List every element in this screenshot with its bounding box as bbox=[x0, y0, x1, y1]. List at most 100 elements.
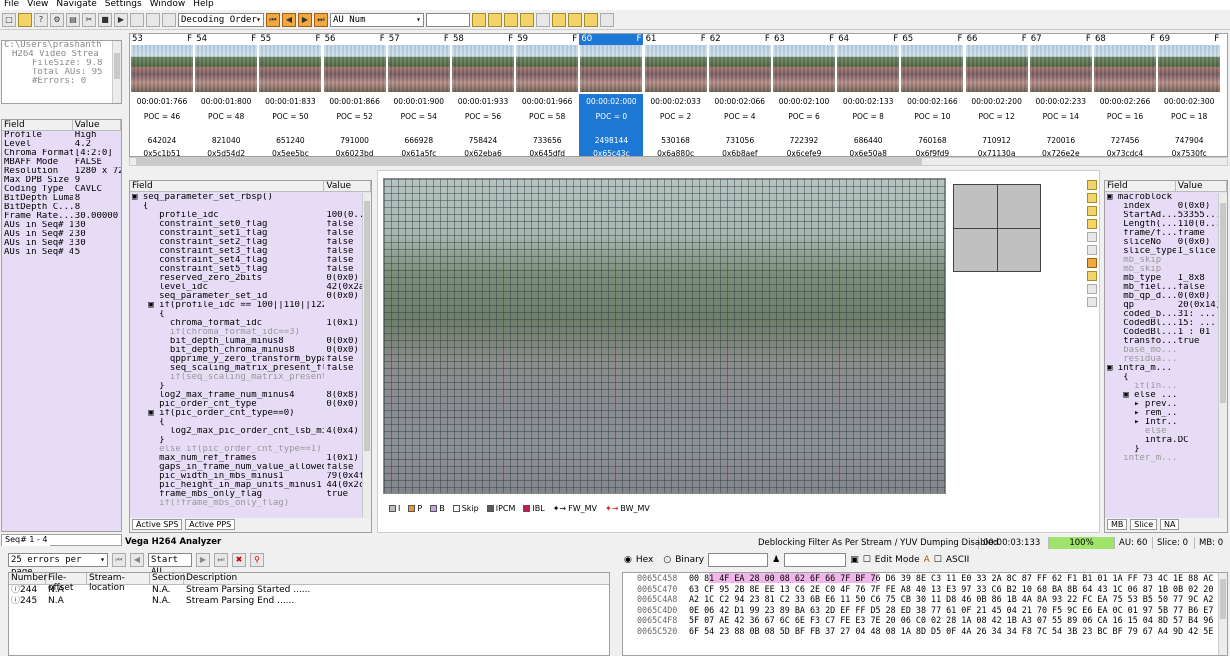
hex-search-input[interactable] bbox=[784, 553, 847, 567]
mv-icon[interactable] bbox=[504, 12, 518, 27]
frame-thumbnail[interactable]: 69 F 00:00:02:300 POC = 18 747904 0x7530fc bbox=[1157, 34, 1221, 156]
open-folder-icon[interactable] bbox=[18, 12, 32, 27]
seq-row[interactable]: BitDepth C... 8 bbox=[2, 203, 121, 212]
sps-row[interactable]: chroma_format_idc 1(0x1) bbox=[130, 319, 362, 328]
tab-active-pps[interactable]: Active PPS bbox=[185, 519, 236, 530]
save-icon[interactable]: ▣ bbox=[850, 555, 859, 565]
error-row[interactable]: ⓘ245 N.A N.A. Stream Parsing End ...... bbox=[9, 596, 609, 607]
mb-row[interactable]: mb_skip bbox=[1105, 256, 1218, 265]
mb-row[interactable]: { bbox=[1105, 373, 1218, 382]
sps-row[interactable]: constraint_set3_flag false bbox=[130, 247, 362, 256]
err-col-description[interactable]: Description bbox=[184, 573, 384, 584]
mb-row[interactable]: base_mo... bbox=[1105, 346, 1218, 355]
seq-row[interactable]: AUs in Seq# 1 30 bbox=[2, 221, 121, 230]
disabled-icon-3[interactable] bbox=[162, 12, 176, 27]
frame-thumbnail[interactable]: 53 F 00:00:01:766 POC = 46 642024 0x5c1b51 bbox=[130, 34, 194, 156]
view-option-icon-3[interactable] bbox=[1087, 206, 1097, 216]
last-page-icon[interactable]: ⏭ bbox=[214, 553, 228, 567]
seq-row[interactable]: Max DPB Size 9 bbox=[2, 176, 121, 185]
chart-icon[interactable] bbox=[472, 12, 486, 27]
sps-row[interactable]: qpprime_y_zero_transform_bypa... false bbox=[130, 355, 362, 364]
mb-row[interactable]: if(In... bbox=[1105, 382, 1218, 391]
sps-row[interactable]: constraint_set5_flag false bbox=[130, 265, 362, 274]
mb-row[interactable]: mb_fiel... false bbox=[1105, 283, 1218, 292]
menu-file[interactable]: File bbox=[0, 0, 23, 9]
seq-row[interactable]: AUs in Seq# 2 30 bbox=[2, 230, 121, 239]
frame-thumbnail[interactable]: 67 F 00:00:02:233 POC = 14 720016 0x726e2e bbox=[1029, 34, 1093, 156]
layout-icon[interactable] bbox=[568, 12, 582, 27]
sps-row[interactable]: ▣ seq_parameter_set_rbsp() bbox=[130, 193, 362, 202]
mb-row[interactable]: sliceNo 0(0x0) bbox=[1105, 238, 1218, 247]
sps-row[interactable]: constraint_set0_flag false bbox=[130, 220, 362, 229]
mb-row[interactable]: ▣ macroblock bbox=[1105, 193, 1218, 202]
sps-row[interactable]: constraint_set4_flag false bbox=[130, 256, 362, 265]
frame-thumbnail[interactable]: 66 F 00:00:02:200 POC = 12 710912 0x71130a bbox=[965, 34, 1029, 156]
errors-per-page-select[interactable]: 25 errors per page bbox=[8, 553, 108, 577]
sps-row[interactable]: if(seq_scaling_matrix_present... bbox=[130, 373, 362, 382]
tab-mb[interactable]: MB bbox=[1107, 519, 1128, 530]
au-num-input[interactable] bbox=[426, 12, 470, 27]
sps-row[interactable]: bit_depth_chroma_minus8 0(0x0) bbox=[130, 346, 362, 355]
mb-info-icon[interactable] bbox=[536, 12, 550, 27]
frame-thumbnail[interactable]: 61 F 00:00:02:033 POC = 2 530168 0x6a880c bbox=[644, 34, 708, 156]
seq-row[interactable]: Chroma Format [4:2:0] bbox=[2, 149, 121, 158]
sps-row[interactable]: ▣ if(pic_order_cnt_type==0) bbox=[130, 409, 362, 418]
next-page-icon[interactable]: ▶ bbox=[196, 553, 210, 567]
new-file-icon[interactable]: □ bbox=[2, 12, 16, 27]
mb-row[interactable]: qp 20(0x14) bbox=[1105, 301, 1218, 310]
sps-row[interactable]: reserved_zero_2bits 0(0x0) bbox=[130, 274, 362, 283]
frame-thumbnail[interactable]: 63 F 00:00:02:100 POC = 6 722392 0x6cefe9 bbox=[772, 34, 836, 156]
seq-col-value[interactable]: Value bbox=[73, 120, 121, 130]
mb-row[interactable]: ▸ prev... bbox=[1105, 400, 1218, 409]
mb-row[interactable]: intra...DC bbox=[1105, 436, 1218, 445]
err-col-section[interactable]: Section bbox=[150, 573, 185, 584]
err-col-offset[interactable]: File-offset bbox=[46, 573, 87, 593]
view-option-icon-2[interactable] bbox=[1087, 193, 1097, 203]
prev-au-icon[interactable]: ◀ bbox=[282, 12, 296, 27]
view-option-icon-7[interactable] bbox=[1087, 258, 1097, 268]
macroblock-grid-view[interactable] bbox=[383, 178, 946, 494]
sps-row[interactable]: pic_width_in_mbs_minus1 79(0x4f bbox=[130, 472, 362, 481]
sps-row[interactable]: { bbox=[130, 418, 362, 427]
sps-row[interactable]: log2_max_frame_num_minus4 8(0x8) bbox=[130, 391, 362, 400]
mb-row[interactable]: Length(... 110(0... bbox=[1105, 220, 1218, 229]
error-filter-icon[interactable]: ⚲ bbox=[250, 553, 264, 567]
find-icon[interactable]: ♟ bbox=[772, 555, 780, 565]
frame-thumbnail[interactable]: 65 F 00:00:02:166 POC = 10 760168 0x6f9fd9 bbox=[900, 34, 964, 156]
start-au-field[interactable]: Start AU bbox=[148, 553, 192, 577]
menu-help[interactable]: Help bbox=[189, 0, 218, 9]
tab-active-sps[interactable]: Active SPS bbox=[132, 519, 183, 530]
view-option-icon-4[interactable] bbox=[1087, 219, 1097, 229]
err-col-location[interactable]: Stream-location bbox=[87, 573, 150, 593]
seq-row[interactable]: AUs in Seq# 45 bbox=[2, 248, 121, 257]
frame-thumbnail[interactable]: 58 F 00:00:01:933 POC = 56 758424 0x62eba6 bbox=[451, 34, 515, 156]
frame-thumbnail[interactable]: 62 F 00:00:02:066 POC = 4 731056 0x6b8aef bbox=[708, 34, 772, 156]
hex-scrollbar[interactable] bbox=[1218, 573, 1227, 655]
seq-row[interactable]: Profile High bbox=[2, 131, 121, 140]
play-icon[interactable]: ▶ bbox=[114, 12, 128, 27]
settings-icon[interactable]: ⚙ bbox=[50, 12, 64, 27]
sps-row[interactable]: { bbox=[130, 202, 362, 211]
hex-row[interactable]: 0065C458 00 81 4F EA 28 00 08 62 6F 66 7F… bbox=[637, 573, 1227, 584]
frame-thumbnail[interactable]: 54 F 00:00:01:800 POC = 48 821040 0x5d54d2 bbox=[194, 34, 258, 156]
mb-row[interactable]: ▸ rem_... bbox=[1105, 409, 1218, 418]
sps-row[interactable]: { bbox=[130, 310, 362, 319]
mb-row[interactable]: else bbox=[1105, 427, 1218, 436]
err-col-number[interactable]: Number bbox=[9, 573, 47, 584]
seq-row[interactable]: Frame Rate... 30.00000 bbox=[2, 212, 121, 221]
frame-thumbnail[interactable]: 60 F 00:00:02:000 POC = 0 2498144 0x65c43c bbox=[579, 34, 644, 156]
disabled-icon-1[interactable] bbox=[130, 12, 144, 27]
sps-row[interactable]: constraint_set1_flag false bbox=[130, 229, 362, 238]
compare-icon[interactable] bbox=[584, 12, 598, 27]
view-option-icon-8[interactable] bbox=[1087, 271, 1097, 281]
error-row[interactable]: ⓘ244 N.A N.A. Stream Parsing Started ...... bbox=[9, 585, 609, 596]
menu-window[interactable]: Window bbox=[146, 0, 190, 9]
mb-row[interactable]: coded_b... 31: ... bbox=[1105, 310, 1218, 319]
mb-row[interactable]: mb_type I_8x8 bbox=[1105, 274, 1218, 283]
view-option-icon-9[interactable] bbox=[1087, 284, 1097, 294]
last-au-icon[interactable]: ⏭ bbox=[314, 12, 328, 27]
mb-row[interactable]: StartAd... 53355... bbox=[1105, 211, 1218, 220]
mb-row[interactable]: frame/f... frame bbox=[1105, 229, 1218, 238]
tree-root[interactable]: C:\Users\prashanth bbox=[2, 41, 102, 50]
mb-row[interactable]: mb_skip bbox=[1105, 265, 1218, 274]
